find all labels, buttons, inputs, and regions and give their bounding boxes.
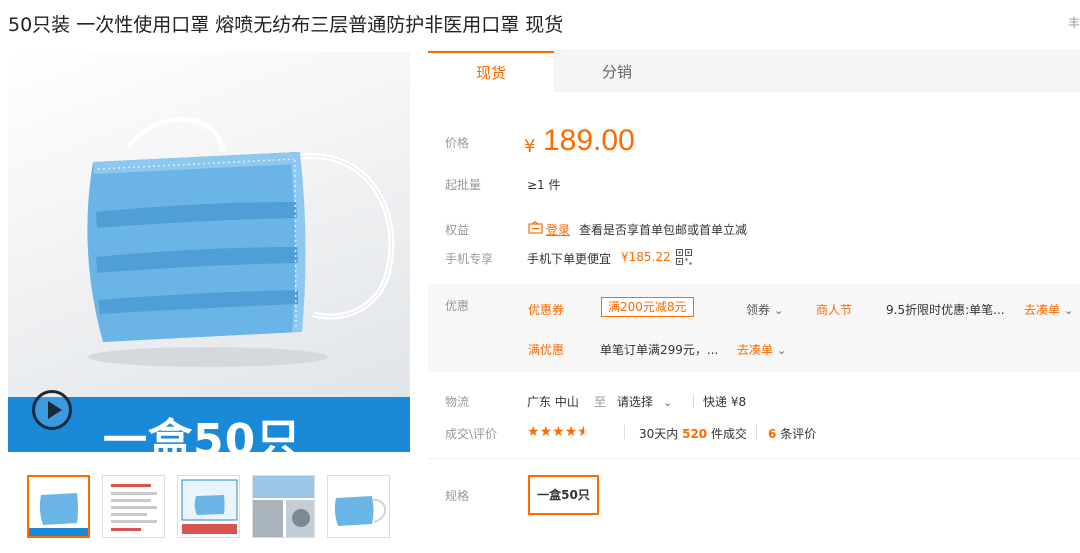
review-count: 6 [768, 427, 777, 441]
title-right-text: 丰 [1067, 16, 1080, 30]
login-link[interactable]: 登录 [546, 221, 570, 238]
thumbnail-4[interactable] [252, 475, 315, 538]
thumb-line [111, 528, 141, 531]
rating-stars: ★★★★★★ [527, 424, 590, 440]
coupon-badge[interactable]: 满200元减8元 [601, 297, 694, 317]
reviews-label: 成交\评价 [445, 427, 498, 441]
thumb-line [111, 506, 157, 509]
tab-distribution[interactable]: 分销 [554, 51, 680, 93]
chevron-down-icon: ⌄ [663, 396, 673, 409]
sold-prefix: 30天内 [639, 427, 679, 441]
main-product-image[interactable]: 一盒50只 [8, 52, 410, 452]
star-icon: ★ [527, 424, 540, 440]
go-add-order-button-2[interactable]: 去凑单 ⌄ [737, 341, 786, 358]
thumbnail-strip [27, 475, 390, 538]
promo-label: 优惠 [445, 299, 470, 313]
package-thumb-icon [178, 476, 239, 537]
destination-select[interactable]: 请选择 ⌄ [617, 393, 672, 410]
thumbnail-1[interactable] [27, 475, 90, 538]
full-discount-text: 单笔订单满299元，... [600, 343, 719, 357]
mask-side-thumb-icon [334, 496, 386, 526]
discount-text: 9.5折限时优惠:单笔... [886, 303, 1005, 317]
chevron-down-icon: ⌄ [1064, 304, 1074, 317]
detail-thumb-icon [253, 476, 314, 537]
product-title: 50只装 一次性使用口罩 熔喷无纺布三层普通防护非医用口罩 现货 [8, 14, 564, 36]
price-label: 价格 [445, 136, 470, 150]
coupon-label: 优惠券 [528, 303, 565, 317]
sold-count: 520 [682, 427, 708, 441]
moq-label: 起批量 [445, 178, 482, 192]
half-star-icon: ★★ [577, 424, 590, 440]
divider [693, 394, 694, 408]
go-add-order-button-1[interactable]: 去凑单 ⌄ [1024, 301, 1073, 318]
star-icon: ★ [552, 424, 565, 440]
spec-option-button[interactable]: 一盒50只 [528, 475, 599, 515]
benefits-text: 查看是否享首单包邮或首单立减 [579, 223, 748, 237]
purchase-tabs: 现货 分销 [428, 50, 1080, 93]
thumb-line [111, 499, 151, 502]
mask-illustration [87, 116, 395, 367]
chevron-down-icon: ⌄ [777, 344, 787, 357]
price-symbol: ¥ [524, 136, 536, 157]
play-video-button[interactable] [32, 390, 72, 430]
promotions-section [428, 284, 1080, 372]
star-icon: ★ [539, 424, 553, 440]
coupon-login-icon [528, 221, 543, 234]
tab-spot[interactable]: 现货 [428, 51, 554, 93]
star-icon: ★ [564, 424, 578, 440]
thumb-line [111, 492, 157, 495]
claim-coupon-button[interactable]: 领券 ⌄ [746, 301, 783, 318]
review-info[interactable]: 6 条评价 [768, 425, 816, 442]
full-discount-label: 满优惠 [528, 343, 565, 357]
sold-suffix: 件成交 [711, 427, 748, 441]
go-label: 去凑单 [737, 343, 774, 357]
banner-text: 一盒50只 [103, 415, 302, 452]
ship-to-word: 至 [594, 395, 607, 409]
thumbnail-3[interactable] [177, 475, 240, 538]
go-label: 去凑单 [1024, 303, 1061, 317]
qr-code-icon[interactable] [676, 249, 692, 265]
thumb-line [111, 484, 151, 487]
express-fee: 快递 ¥8 [703, 395, 747, 409]
mobile-label: 手机专享 [445, 252, 494, 266]
select-label: 请选择 [617, 395, 654, 409]
divider [756, 425, 757, 439]
thumbnail-2[interactable] [102, 475, 165, 538]
logistics-label: 物流 [445, 395, 470, 409]
benefits-label: 权益 [445, 223, 470, 237]
mask-thumb-icon [29, 493, 88, 536]
thumbnail-5[interactable] [327, 475, 390, 538]
section-divider [428, 458, 1080, 459]
claim-label: 领券 [746, 303, 771, 317]
festival-label: 商人节 [816, 303, 853, 317]
thumb-line [111, 513, 147, 516]
price-value: 189.00 [543, 124, 635, 157]
mobile-price: ¥185.22 [621, 250, 671, 264]
spec-label: 规格 [445, 489, 470, 503]
divider [624, 425, 625, 439]
chevron-down-icon: ⌄ [774, 304, 784, 317]
ship-from: 广东 中山 [527, 395, 579, 409]
thumb-line [111, 520, 157, 523]
mobile-text: 手机下单更便宜 [527, 252, 612, 266]
moq-value: ≥1 件 [527, 178, 561, 192]
sold-info: 30天内 520 件成交 [639, 425, 747, 442]
review-suffix: 条评价 [780, 427, 817, 441]
